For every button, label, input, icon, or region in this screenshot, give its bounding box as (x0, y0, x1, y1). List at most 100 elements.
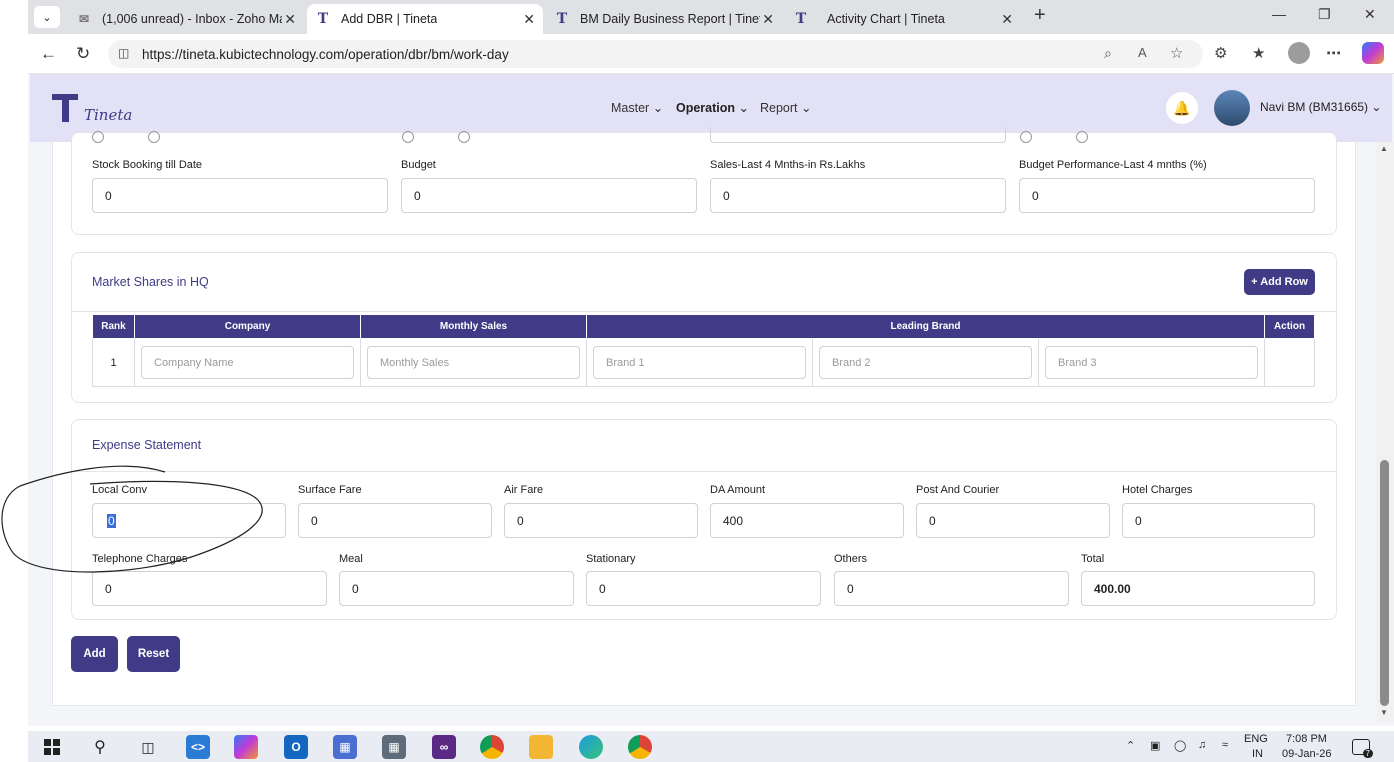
clock-time[interactable]: 7:08 PM (1286, 733, 1327, 745)
windows-start-icon[interactable] (44, 739, 60, 755)
close-icon[interactable]: ✕ (284, 11, 296, 28)
tab-inbox[interactable]: ✉ (1,006 unread) - Inbox - Zoho Ma ✕ (68, 4, 304, 34)
tab-list-chevron-icon[interactable]: ⌄ (34, 6, 60, 28)
calculator-icon[interactable]: ▦ (382, 735, 406, 759)
da-amount-input[interactable]: 400 (710, 503, 904, 538)
monthly-sales-input[interactable]: Monthly Sales (367, 346, 580, 379)
partial-input[interactable] (710, 127, 1006, 143)
company-name-input[interactable]: Company Name (141, 346, 354, 379)
add-row-button[interactable]: + Add Row (1244, 269, 1315, 295)
url-field[interactable]: ◫ https://tineta.kubictechnology.com/ope… (108, 40, 1203, 68)
post-courier-input[interactable]: 0 (916, 503, 1110, 538)
meal-input[interactable]: 0 (339, 571, 574, 606)
task-view-icon[interactable]: ◫ (136, 735, 160, 759)
search-icon[interactable]: ⚲ (88, 735, 112, 759)
tab-label: (1,006 unread) - Inbox - Zoho Ma (102, 12, 282, 26)
more-icon[interactable]: ⋯ (1326, 44, 1341, 62)
zoom-icon[interactable]: ⌕ (1104, 45, 1112, 62)
file-explorer-icon[interactable] (529, 735, 553, 759)
notification-bell-icon[interactable]: 🔔 (1166, 92, 1198, 124)
radio-no[interactable] (148, 131, 160, 143)
brand-2-input[interactable]: Brand 2 (819, 346, 1032, 379)
page-scrollbar[interactable]: ▲ ▼ (1376, 142, 1394, 722)
outlook-icon[interactable]: O (284, 735, 308, 759)
chrome-icon[interactable] (628, 735, 652, 759)
others-input[interactable]: 0 (834, 571, 1069, 606)
clock-date: 09-Jan-26 (1282, 748, 1332, 760)
refresh-icon[interactable]: ↻ (76, 44, 90, 64)
brand-3-input[interactable]: Brand 3 (1045, 346, 1258, 379)
tab-bm-daily-report[interactable]: T BM Daily Business Report | Tineta ✕ (546, 4, 782, 34)
add-button[interactable]: Add (71, 636, 118, 672)
radio-yes[interactable] (92, 131, 104, 143)
chrome-icon[interactable] (480, 735, 504, 759)
total-input: 400.00 (1081, 571, 1315, 606)
sales-last-4-input[interactable]: 0 (710, 178, 1006, 213)
close-icon[interactable]: ✕ (1001, 11, 1013, 28)
avatar[interactable] (1214, 90, 1250, 126)
media-app-icon[interactable]: ∞ (432, 735, 456, 759)
rank-cell: 1 (92, 338, 135, 387)
air-fare-input[interactable]: 0 (504, 503, 698, 538)
restore-icon[interactable]: ❐ (1318, 6, 1331, 23)
scrollbar-thumb[interactable] (1380, 460, 1389, 706)
brand-1-input[interactable]: Brand 1 (593, 346, 806, 379)
meet-icon[interactable]: ▣ (1150, 739, 1160, 752)
ime-icon[interactable]: ◯ (1174, 739, 1186, 752)
edge-icon[interactable] (579, 735, 603, 759)
lang-indicator[interactable]: ENG (1244, 733, 1268, 745)
radio-yes[interactable] (402, 131, 414, 143)
back-icon[interactable]: ← (40, 44, 57, 64)
close-icon[interactable]: ✕ (523, 11, 535, 28)
hotel-charges-label: Hotel Charges (1122, 484, 1193, 496)
sales-last-4-label: Sales-Last 4 Mnths-in Rs.Lakhs (710, 159, 866, 171)
action-cell (1264, 338, 1315, 387)
new-tab-icon[interactable]: + (1034, 4, 1046, 27)
air-fare-label: Air Fare (504, 484, 544, 496)
nav-operation[interactable]: Operation ⌄ (676, 100, 749, 115)
address-bar: ← ↻ ◫ https://tineta.kubictechnology.com… (28, 34, 1394, 74)
tab-activity-chart[interactable]: T Activity Chart | Tineta ✕ (785, 4, 1021, 34)
tray-chevron-icon[interactable]: ⌃ (1126, 739, 1135, 752)
tab-label: BM Daily Business Report | Tineta (580, 12, 760, 26)
volume-icon[interactable]: ♫ (1198, 739, 1206, 751)
reset-button[interactable]: Reset (127, 636, 180, 672)
surface-fare-input[interactable]: 0 (298, 503, 492, 538)
tab-add-dbr[interactable]: T Add DBR | Tineta ✕ (307, 4, 543, 34)
logo-mark-icon (52, 94, 78, 124)
site-info-icon[interactable]: ◫ (118, 46, 129, 60)
nav-report[interactable]: Report ⌄ (760, 100, 812, 115)
favorites-icon[interactable]: ★ (1252, 44, 1265, 62)
network-icon[interactable]: ≈ (1222, 739, 1228, 751)
radio-no[interactable] (1076, 131, 1088, 143)
tineta-logo[interactable]: Tineta (52, 94, 132, 124)
header-company: Company (134, 314, 361, 339)
close-icon[interactable]: ✕ (762, 11, 774, 28)
vscode-icon[interactable]: <> (186, 735, 210, 759)
hotel-charges-input[interactable]: 0 (1122, 503, 1315, 538)
scroll-up-icon[interactable]: ▲ (1380, 144, 1388, 153)
budget-input[interactable]: 0 (401, 178, 697, 213)
store-icon[interactable]: ▦ (333, 735, 357, 759)
monthly-sales-cell: Monthly Sales (360, 338, 587, 387)
user-menu[interactable]: Navi BM (BM31665) ⌄ (1260, 100, 1381, 114)
user-name: Navi BM (BM31665) (1260, 100, 1369, 114)
budget-performance-input[interactable]: 0 (1019, 178, 1315, 213)
favorite-star-icon[interactable]: ☆ (1170, 44, 1183, 62)
minimize-icon[interactable]: — (1272, 6, 1286, 22)
extensions-icon[interactable]: ⚙ (1214, 44, 1227, 62)
radio-no[interactable] (458, 131, 470, 143)
radio-yes[interactable] (1020, 131, 1032, 143)
window-close-icon[interactable]: ✕ (1364, 6, 1376, 23)
header-rank: Rank (92, 314, 135, 339)
nav-master[interactable]: Master ⌄ (611, 100, 663, 115)
copilot-icon[interactable] (1362, 42, 1384, 64)
stock-booking-input[interactable]: 0 (92, 178, 388, 213)
scroll-down-icon[interactable]: ▼ (1380, 708, 1388, 717)
notification-center-icon[interactable]: 7 (1352, 739, 1373, 758)
stationary-input[interactable]: 0 (586, 571, 821, 606)
copilot-app-icon[interactable] (234, 735, 258, 759)
nav-label: Master (611, 101, 650, 115)
profile-icon[interactable] (1288, 42, 1310, 64)
read-aloud-icon[interactable]: A (1138, 45, 1147, 60)
